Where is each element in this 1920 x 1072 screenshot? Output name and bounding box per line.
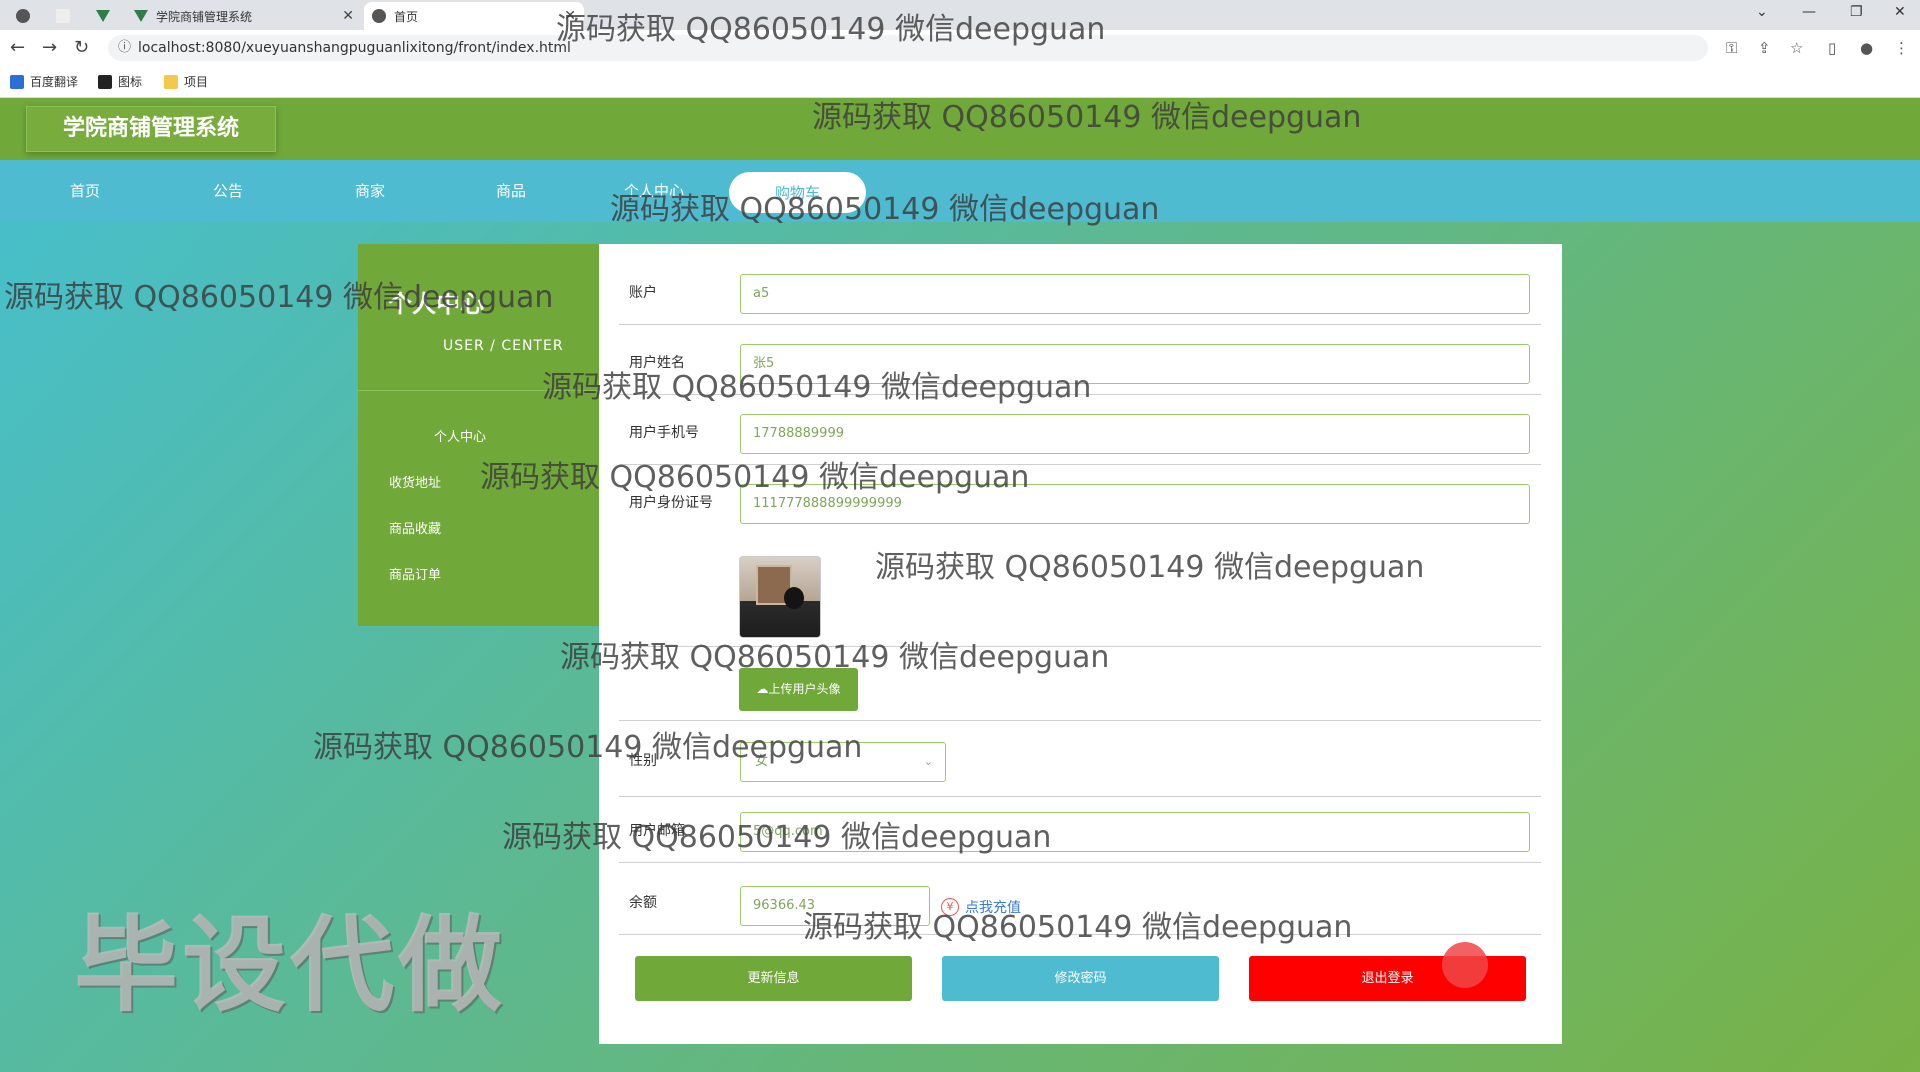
reload-icon[interactable]: ↻ [74, 37, 89, 58]
close-icon[interactable]: ✕ [564, 8, 576, 24]
cloud-upload-icon: ☁ [756, 682, 769, 696]
gender-label: 性别 [629, 753, 657, 769]
main-menu: 首页 公告 商家 商品 个人中心 购物车 [0, 160, 1920, 222]
menu-home[interactable]: 首页 [70, 180, 100, 201]
window-close-icon[interactable]: ✕ [1894, 4, 1906, 20]
bookmark-translate[interactable]: 百度翻译 [10, 73, 78, 90]
tab-shop-system[interactable]: 学院商铺管理系统 ✕ [126, 2, 362, 30]
translate-icon [10, 74, 24, 89]
tab-label: 首页 [394, 9, 419, 24]
sidepanel-icon[interactable]: ▯ [1828, 39, 1836, 57]
url-field[interactable]: ⓘ localhost:8080/xueyuanshangpuguanlixit… [108, 35, 1708, 61]
bookmark-icons[interactable]: 图标 [98, 73, 142, 90]
menu-dots-icon[interactable]: ⋮ [1894, 39, 1909, 57]
divider [619, 646, 1541, 647]
menu-cart[interactable]: 购物车 [729, 172, 867, 213]
image-icon [98, 74, 112, 89]
sidebar-item-favorites[interactable]: 商品收藏 [389, 518, 441, 537]
divider [619, 464, 1541, 465]
balance-field[interactable]: 96366.43 [740, 886, 930, 926]
bookmarks-bar: 百度翻译 图标 项目 [0, 66, 1920, 98]
globe-icon [16, 9, 30, 23]
email-field[interactable]: 5@qq.com [740, 812, 1530, 852]
share-icon[interactable]: ⇪ [1758, 39, 1771, 57]
phone-label: 用户手机号 [629, 425, 699, 441]
menu-merchant[interactable]: 商家 [355, 180, 385, 201]
address-bar: ← → ↻ ⓘ localhost:8080/xueyuanshangpugua… [0, 30, 1920, 66]
name-label: 用户姓名 [629, 355, 685, 371]
phone-field[interactable]: 17788889999 [740, 414, 1530, 454]
info-icon[interactable]: ⓘ [118, 35, 131, 61]
profile-icon[interactable]: ● [1860, 39, 1873, 57]
chevron-down-icon: ⌄ [923, 755, 933, 768]
name-field[interactable]: 张5 [740, 344, 1530, 384]
gender-select[interactable]: 女 ⌄ [740, 742, 946, 782]
star-icon[interactable]: ☆ [1790, 39, 1803, 57]
divider [619, 394, 1541, 395]
sidebar-item-address[interactable]: 收货地址 [389, 472, 441, 491]
browser-tabbar: 学院商铺管理系统 ✕ 首页 ✕ ⌄ — ❐ ✕ [0, 0, 1920, 30]
change-password-button[interactable]: 修改密码 [942, 956, 1219, 1001]
user-sidebar: 个人中心 USER / CENTER 个人中心 收货地址 商品收藏 商品订单 [358, 244, 599, 626]
tab-home[interactable]: 首页 ✕ [364, 2, 584, 30]
menu-user-center[interactable]: 个人中心 [624, 180, 684, 201]
key-icon[interactable]: ⚿ [1726, 39, 1737, 57]
close-icon[interactable]: ✕ [342, 8, 354, 24]
sidebar-item-user-center[interactable]: 个人中心 [434, 426, 486, 445]
id-card-field[interactable]: 111777888899999999 [740, 484, 1530, 524]
avatar-person [784, 587, 804, 609]
update-info-button[interactable]: 更新信息 [635, 956, 912, 1001]
divider [619, 934, 1541, 935]
tab-globe[interactable] [8, 2, 46, 30]
menu-goods[interactable]: 商品 [496, 180, 526, 201]
gender-value: 女 [755, 754, 769, 769]
vue-icon [134, 10, 148, 22]
divider [619, 324, 1541, 325]
tab-label: 学院商铺管理系统 [156, 9, 253, 24]
page-icon [56, 9, 70, 23]
account-field[interactable]: a5 [740, 274, 1530, 314]
watermark-stamp: 毕设代做 [74, 904, 507, 1026]
sidebar-item-orders[interactable]: 商品订单 [389, 564, 441, 583]
menu-notice[interactable]: 公告 [213, 180, 243, 201]
recharge-link[interactable]: ¥ 点我充值 [941, 897, 1021, 917]
balance-label: 余额 [629, 895, 657, 911]
divider [619, 720, 1541, 721]
globe-icon [372, 9, 386, 23]
profile-form: 账户 a5 用户姓名 张5 用户手机号 17788889999 用户身份证号 1… [599, 244, 1562, 1044]
divider [619, 862, 1541, 863]
sidebar-divider [358, 390, 599, 391]
site-logo[interactable]: 学院商铺管理系统 [26, 106, 276, 152]
account-label: 账户 [629, 285, 657, 301]
upload-avatar-button[interactable]: ☁上传用户头像 [739, 668, 858, 711]
click-indicator [1442, 942, 1488, 988]
avatar-image [739, 556, 821, 638]
folder-icon [164, 74, 178, 89]
sidebar-subtitle: USER / CENTER [443, 338, 564, 354]
id-card-label: 用户身份证号 [629, 495, 713, 511]
tab-vue[interactable] [88, 2, 126, 30]
url-text: localhost:8080/xueyuanshangpuguanlixiton… [138, 40, 571, 56]
divider [619, 796, 1541, 797]
forward-icon[interactable]: → [42, 37, 57, 58]
back-icon[interactable]: ← [10, 37, 25, 58]
restore-icon[interactable]: ❐ [1850, 4, 1863, 20]
tab-search-icon[interactable]: ⌄ [1756, 4, 1768, 20]
sidebar-title: 个人中心 [388, 290, 484, 318]
minimize-icon[interactable]: — [1802, 4, 1816, 20]
bookmark-project[interactable]: 项目 [164, 73, 208, 90]
site-header: 学院商铺管理系统 [0, 98, 1920, 160]
tab-blank[interactable] [48, 2, 86, 30]
vue-icon [96, 10, 110, 22]
email-label: 用户邮箱 [629, 823, 685, 839]
yen-circle-icon: ¥ [941, 898, 959, 916]
